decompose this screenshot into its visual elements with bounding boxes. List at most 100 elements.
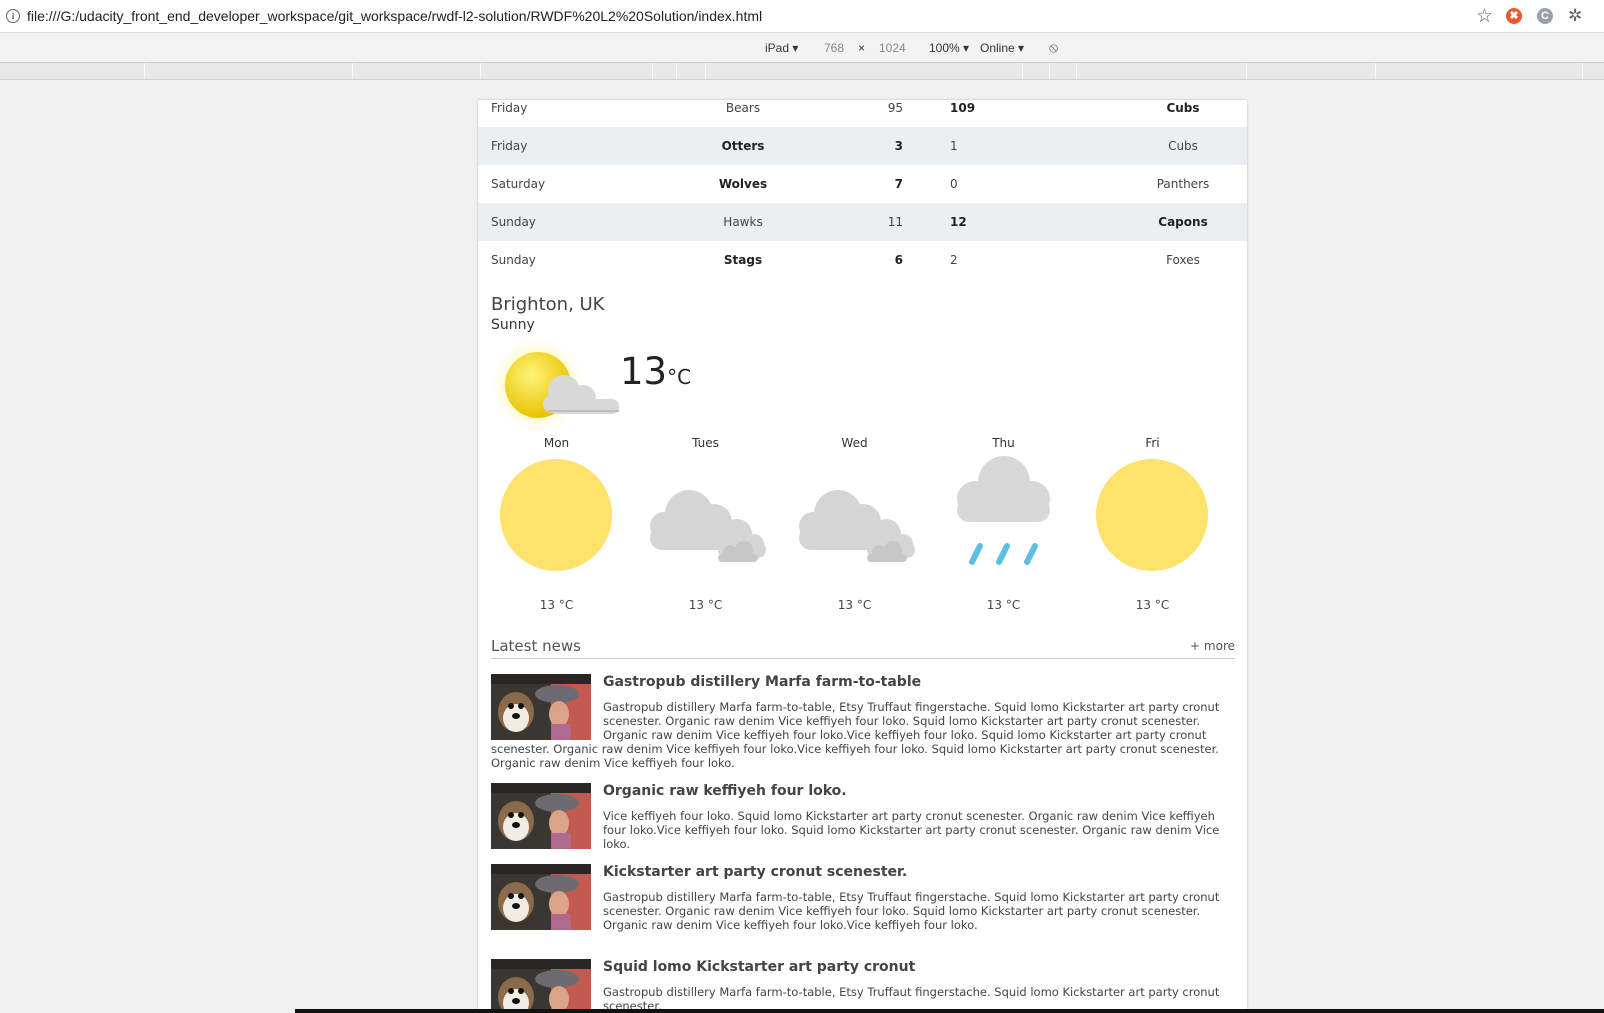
home-score-cell: 3 [894,139,903,153]
news-header: Latest news + more [491,637,1235,659]
home-team-cell: Wolves [718,177,768,191]
ruler-marker [676,63,677,79]
article-title[interactable]: Kickstarter art party cronut scenester. [491,864,1235,880]
forecast-day-name: Fri [1145,436,1160,450]
article-body: Gastropub distillery Marfa farm-to-table… [603,890,1220,932]
table-row: Sunday Hawks 11 12 Capons [478,203,1247,241]
cloudy-icon [799,490,915,562]
forecast-temperature: 13 °C [539,598,574,612]
article-thumbnail [491,674,591,740]
article-title[interactable]: Gastropub distillery Marfa farm-to-table [491,674,1235,690]
home-score-cell: 11 [887,215,903,229]
partly-sunny-icon [491,339,619,432]
away-score-cell: 2 [950,253,958,267]
forecast-day-name: Wed [841,436,868,450]
sun-icon [500,459,612,571]
home-score-cell: 7 [894,177,903,191]
ruler-marker [1076,63,1077,79]
news-article[interactable]: Squid lomo Kickstarter art party cronut … [491,959,1235,1013]
ruler-marker [1375,63,1376,79]
news-title: Latest news [491,637,581,655]
news-article[interactable]: Gastropub distillery Marfa farm-to-table… [491,674,1235,770]
ruler-marker [1049,63,1050,79]
table-row: Saturday Wolves 7 0 Panthers [478,165,1247,203]
ruler-marker [1246,63,1247,79]
forecast-day-name: Mon [543,436,570,450]
news-article[interactable]: Organic raw keffiyeh four loko. Vice kef… [491,783,1235,851]
home-team-cell: Hawks [723,215,763,229]
device-select[interactable]: iPad ▾ [765,41,798,55]
address-bar: i file:///G:/udacity_front_end_developer… [0,0,1604,33]
day-cell: Sunday [491,215,536,229]
forecast-temperature: 13 °C [1135,598,1170,612]
temperature-value: 13 [620,350,668,393]
weather-city: Brighton, UK [491,294,605,315]
horizontal-scrollbar[interactable] [295,1009,1604,1013]
day-cell: Friday [491,139,528,153]
ruler-marker [480,63,481,79]
extension-icon[interactable]: ✖ [1506,8,1522,24]
media-query-ruler[interactable] [0,63,1604,80]
forecast-day-name: Tues [692,436,719,450]
extension-c-icon[interactable]: C [1537,8,1553,24]
ruler-marker [144,63,145,79]
network-select[interactable]: Online ▾ [980,41,1024,55]
article-thumbnail [491,864,591,930]
away-team-cell: Cubs [1168,139,1198,153]
forecast-temperature: 13 °C [986,598,1021,612]
ruler-marker [1022,63,1023,79]
away-team-cell: Capons [1158,215,1208,229]
away-team-cell: Cubs [1166,101,1200,115]
temperature-unit: °C [667,365,692,389]
ruler-marker [1582,63,1583,79]
article-title[interactable]: Organic raw keffiyeh four loko. [491,783,1235,799]
dimension-separator: × [858,41,866,55]
away-team-cell: Panthers [1156,177,1210,191]
forecast-temperature: 13 °C [837,598,872,612]
article-thumbnail [491,959,591,1013]
day-cell: Friday [491,101,528,115]
weather-condition: Sunny [491,317,535,333]
home-team-cell: Bears [725,101,761,115]
bookmark-star-icon[interactable]: ☆ [1476,5,1493,28]
home-team-cell: Otters [721,139,765,153]
article-body: Gastropub distillery Marfa farm-to-table… [491,700,1220,770]
height-input[interactable]: 1024 [879,41,906,55]
info-icon[interactable]: i [6,9,20,23]
home-score-cell: 6 [894,253,903,267]
news-article[interactable]: Kickstarter art party cronut scenester. … [491,864,1235,932]
day-cell: Saturday [491,177,546,191]
device-viewport: Friday Bears 95 109 Cubs Friday Otters 3… [0,80,1604,1013]
article-body: Vice keffiyeh four loko. Squid lomo Kick… [603,809,1220,851]
ruler-marker [352,63,353,79]
away-score-cell: 1 [950,139,958,153]
page: Friday Bears 95 109 Cubs Friday Otters 3… [478,100,1247,1013]
ruler-marker [652,63,653,79]
cloudy-icon [650,490,766,562]
rotate-icon[interactable]: ⦸ [1049,39,1058,56]
sun-icon [1096,459,1208,571]
forecast-day-name: Thu [992,436,1015,450]
url-field[interactable]: file:///G:/udacity_front_end_developer_w… [27,8,762,24]
day-cell: Sunday [491,253,536,267]
article-title[interactable]: Squid lomo Kickstarter art party cronut [491,959,1235,975]
table-row: Friday Bears 95 109 Cubs [478,100,1247,127]
ruler-marker [705,63,706,79]
home-team-cell: Stags [723,253,763,267]
away-team-cell: Foxes [1166,253,1200,267]
away-score-cell: 109 [950,101,976,115]
article-thumbnail [491,783,591,849]
width-input[interactable]: 768 [824,41,844,55]
device-toolbar: iPad ▾ 768 × 1024 100% ▾ Online ▾ ⦸ [0,33,1604,63]
zoom-select[interactable]: 100% ▾ [929,41,969,55]
rain-icon [957,456,1050,565]
table-row: Sunday Stags 6 2 Foxes [478,241,1247,279]
away-score-cell: 12 [950,215,967,229]
home-score-cell: 95 [887,101,903,115]
away-score-cell: 0 [950,177,958,191]
forecast-temperature: 13 °C [688,598,723,612]
current-temperature: 13°C [620,350,691,393]
table-row: Friday Otters 3 1 Cubs [478,127,1247,165]
accessibility-icon[interactable]: ✲ [1568,6,1582,26]
more-link[interactable]: + more [1190,639,1235,653]
